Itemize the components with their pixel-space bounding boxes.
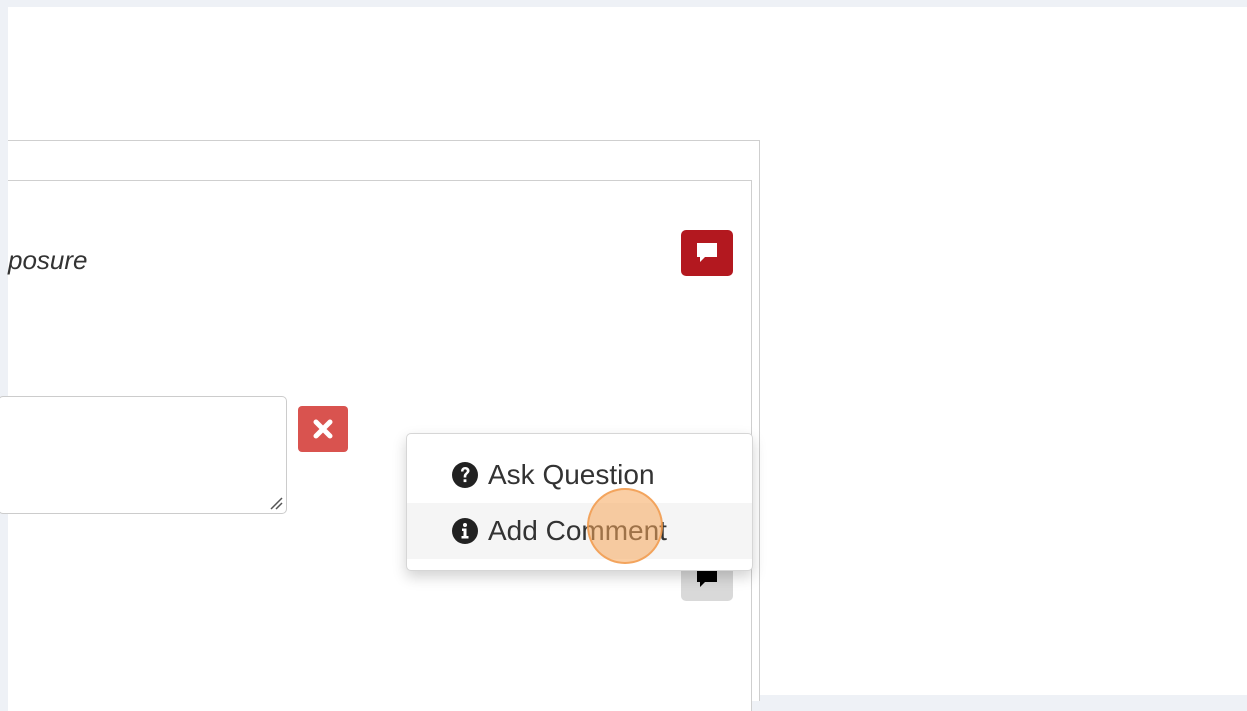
comment-context-menu: Ask Question Add Comment xyxy=(406,433,753,571)
comment-icon xyxy=(697,243,717,262)
page-canvas: posure Ask Question Add Comment xyxy=(0,7,1247,711)
menu-item-add-comment[interactable]: Add Comment xyxy=(407,503,752,559)
remove-answer-button[interactable] xyxy=(298,406,348,452)
info-circle-icon xyxy=(452,518,478,544)
close-icon xyxy=(313,419,333,439)
resize-handle-icon[interactable] xyxy=(269,496,283,510)
menu-item-label: Add Comment xyxy=(488,515,667,546)
question-text: posure xyxy=(8,245,88,275)
outer-panel: posure Ask Question Add Comment xyxy=(0,140,760,711)
menu-item-label: Ask Question xyxy=(488,459,655,490)
comment-button-active[interactable] xyxy=(681,230,733,276)
question-panel: posure Ask Question Add Comment xyxy=(0,180,753,711)
question-circle-icon xyxy=(452,462,478,488)
menu-item-ask-question[interactable]: Ask Question xyxy=(407,447,752,503)
answer-textarea[interactable] xyxy=(0,396,287,514)
